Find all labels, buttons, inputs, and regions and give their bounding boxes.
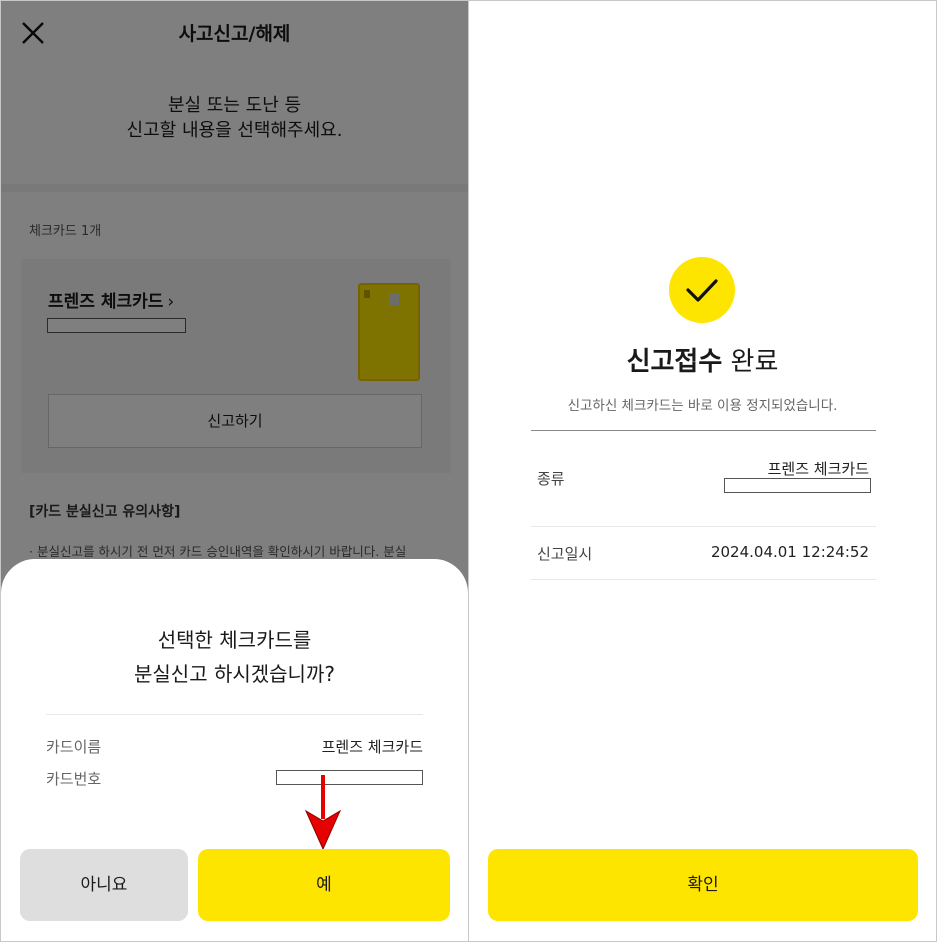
divider xyxy=(531,430,876,431)
confirm-bottom-sheet: 선택한 체크카드를 분실신고 하시겠습니까? 카드이름 프렌즈 체크카드 카드번… xyxy=(1,559,468,941)
check-icon xyxy=(669,257,735,323)
confirm-question: 선택한 체크카드를 분실신고 하시겠습니까? xyxy=(134,628,335,686)
no-button[interactable]: 아니요 xyxy=(20,849,188,921)
type-label: 종류 xyxy=(537,470,565,488)
confirm-button[interactable]: 확인 xyxy=(488,849,918,921)
card-name-row: 카드이름 프렌즈 체크카드 xyxy=(46,738,423,756)
redacted-card-number xyxy=(724,478,871,493)
card-number-row: 카드번호 xyxy=(46,768,423,790)
divider xyxy=(531,526,876,527)
divider xyxy=(46,714,423,715)
result-subtitle: 신고하신 체크카드는 바로 이용 정지되었습니다. xyxy=(567,398,838,414)
result-title: 신고접수 완료 xyxy=(626,347,779,377)
type-value: 프렌즈 체크카드 xyxy=(767,460,869,478)
redacted-card-number xyxy=(276,770,423,785)
report-date-value: 2024.04.01 12:24:52 xyxy=(710,543,869,561)
report-complete-screen: 신고접수 완료 신고하신 체크카드는 바로 이용 정지되었습니다. 종류 프렌즈… xyxy=(468,0,937,942)
red-arrow-icon xyxy=(303,775,343,851)
divider xyxy=(531,579,876,580)
report-select-screen: 사고신고/해제 분실 또는 도난 등 신고할 내용을 선택해주세요. 체크카드 … xyxy=(0,0,469,942)
report-date-label: 신고일시 xyxy=(537,545,593,563)
yes-button[interactable]: 예 xyxy=(198,849,450,921)
